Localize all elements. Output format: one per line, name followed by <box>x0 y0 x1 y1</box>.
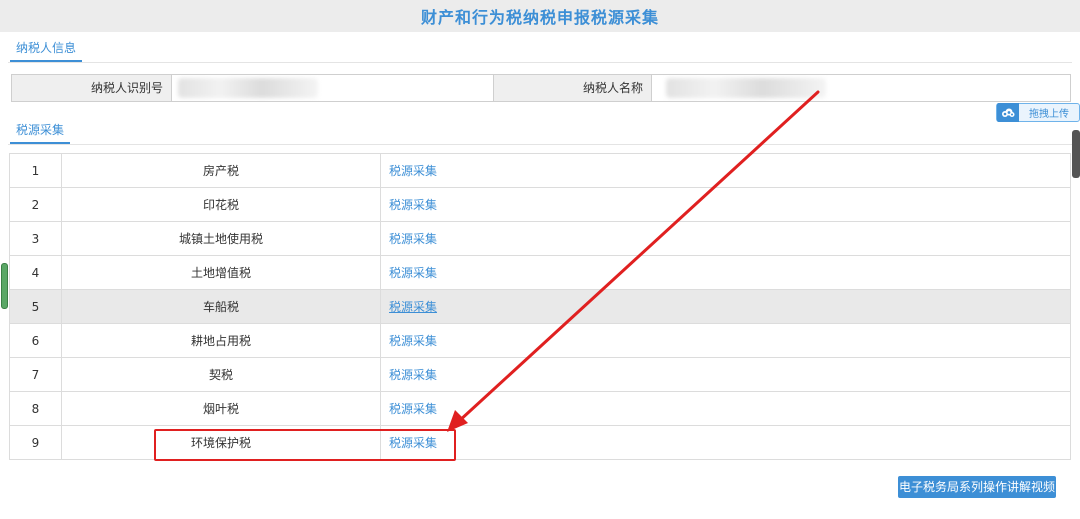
collect-link-cell: 税源采集 <box>380 391 1071 426</box>
redacted-block <box>666 78 826 98</box>
section-divider <box>8 62 1072 63</box>
table-row: 3 城镇土地使用税 税源采集 <box>9 221 1071 256</box>
table-row: 8 烟叶税 税源采集 <box>9 391 1071 426</box>
tax-source-collect-link[interactable]: 税源采集 <box>389 164 437 178</box>
taxpayer-info-row: 纳税人识别号 纳税人名称 <box>11 74 1071 102</box>
collect-link-cell: 税源采集 <box>380 187 1071 222</box>
tutorial-video-button[interactable]: 电子税务局系列操作讲解视频 <box>898 476 1056 498</box>
tax-source-collect-link[interactable]: 税源采集 <box>389 300 437 314</box>
collect-link-cell: 税源采集 <box>380 357 1071 392</box>
collect-link-cell: 税源采集 <box>380 323 1071 358</box>
row-index: 2 <box>9 187 62 222</box>
redacted-block <box>178 78 318 98</box>
drag-upload-label: 拖拽上传 <box>1029 109 1069 120</box>
collect-link-cell: 税源采集 <box>380 153 1071 188</box>
taxpayer-name-value <box>652 75 1070 101</box>
collect-link-cell: 税源采集 <box>380 221 1071 256</box>
tax-name: 印花税 <box>61 187 381 222</box>
title-bar: 财产和行为税纳税申报税源采集 <box>0 0 1080 32</box>
tax-name: 耕地占用税 <box>61 323 381 358</box>
tax-name: 房产税 <box>61 153 381 188</box>
right-scroll-handle[interactable] <box>1072 130 1080 178</box>
tax-source-collect-link[interactable]: 税源采集 <box>389 368 437 382</box>
row-index: 8 <box>9 391 62 426</box>
row-index: 9 <box>9 425 62 460</box>
tax-source-collect-link[interactable]: 税源采集 <box>389 232 437 246</box>
drag-upload-button[interactable]: 拖拽上传 <box>996 103 1080 122</box>
row-index: 5 <box>9 289 62 324</box>
table-row-highlighted: 5 车船税 税源采集 <box>9 289 1071 324</box>
taxpayer-id-label: 纳税人识别号 <box>12 75 172 101</box>
tax-source-table: 1 房产税 税源采集 2 印花税 税源采集 3 城镇土地使用税 税源采集 4 土… <box>9 153 1071 460</box>
collect-link-cell: 税源采集 <box>380 255 1071 290</box>
taxpayer-id-value <box>172 75 494 101</box>
tab-tax-source[interactable]: 税源采集 <box>10 118 71 144</box>
tax-source-collect-link[interactable]: 税源采集 <box>389 334 437 348</box>
tax-source-collect-link[interactable]: 税源采集 <box>389 402 437 416</box>
row-index: 6 <box>9 323 62 358</box>
table-row: 1 房产税 税源采集 <box>9 153 1071 188</box>
table-row: 4 土地增值税 税源采集 <box>9 255 1071 290</box>
row-index: 1 <box>9 153 62 188</box>
tab-taxpayer-info[interactable]: 纳税人信息 <box>10 36 83 62</box>
collect-link-cell: 税源采集 <box>380 425 1071 460</box>
cloud-icon <box>997 103 1019 122</box>
row-index: 7 <box>9 357 62 392</box>
section-divider <box>8 144 1072 145</box>
page-title: 财产和行为税纳税申报税源采集 <box>420 8 659 27</box>
row-index: 3 <box>9 221 62 256</box>
row-index: 4 <box>9 255 62 290</box>
table-row: 7 契税 税源采集 <box>9 357 1071 392</box>
tax-name: 烟叶税 <box>61 391 381 426</box>
table-row: 6 耕地占用税 税源采集 <box>9 323 1071 358</box>
table-row: 2 印花税 税源采集 <box>9 187 1071 222</box>
tax-source-collect-link[interactable]: 税源采集 <box>389 198 437 212</box>
left-scroll-handle[interactable] <box>1 263 8 309</box>
tax-name: 车船税 <box>61 289 381 324</box>
taxpayer-name-label: 纳税人名称 <box>494 75 652 101</box>
tax-name: 城镇土地使用税 <box>61 221 381 256</box>
tax-source-collect-link[interactable]: 税源采集 <box>389 266 437 280</box>
tax-name: 土地增值税 <box>61 255 381 290</box>
tax-name: 契税 <box>61 357 381 392</box>
annotation-highlight-box <box>154 429 456 461</box>
collect-link-cell: 税源采集 <box>380 289 1071 324</box>
